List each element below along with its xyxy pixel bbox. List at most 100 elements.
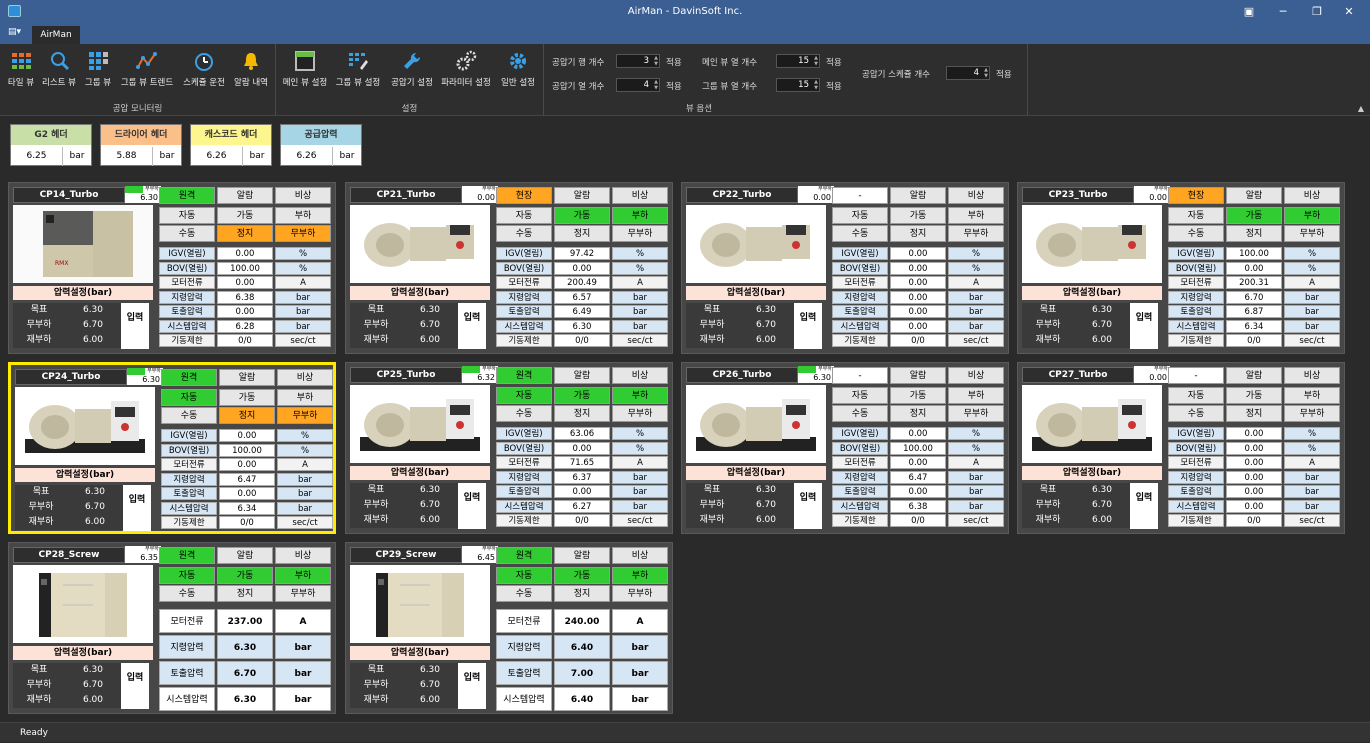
pressure-input-button[interactable]: 입력 [121, 663, 149, 709]
pressure-input-button[interactable]: 입력 [794, 303, 822, 349]
spin-arrows-icon[interactable]: ▲ ▼ [814, 79, 818, 91]
run-button[interactable]: 가동 [219, 389, 275, 406]
compressor-card[interactable]: CP29_Screw 무부하 6.45 압력설정(bar) 목표 6.30 무부하… [345, 542, 673, 714]
run-button[interactable]: 가동 [217, 207, 273, 224]
manual-button[interactable]: 수동 [496, 225, 552, 242]
emergency-cell[interactable]: 비상 [948, 367, 1004, 384]
maximize-button[interactable]: ❐ [1306, 3, 1328, 21]
compressor-name[interactable]: CP22_Turbo [686, 187, 798, 203]
general-settings-button[interactable]: 일반 설정 [496, 48, 540, 88]
compressor-card[interactable]: CP28_Screw 무부하 6.35 압력설정(bar) 목표 6.30 무부하… [8, 542, 336, 714]
compressor-name[interactable]: CP14_Turbo [13, 187, 125, 203]
manual-button[interactable]: 수동 [832, 225, 888, 242]
unload-button[interactable]: 무부하 [1284, 405, 1340, 422]
pressure-input-button[interactable]: 입력 [458, 663, 486, 709]
compressor-name[interactable]: CP25_Turbo [350, 367, 462, 383]
unload-button[interactable]: 무부하 [948, 405, 1004, 422]
load-button[interactable]: 부하 [948, 387, 1004, 404]
load-button[interactable]: 부하 [612, 207, 668, 224]
compressor-card[interactable]: CP21_Turbo 무부하 0.00 압력설정(bar) 목표 6.30 무부하… [345, 182, 673, 354]
control-mode-cell[interactable]: - [832, 187, 888, 204]
row-count-spinner[interactable]: 3 ▲ ▼ [616, 54, 660, 68]
auto-button[interactable]: 자동 [496, 207, 552, 224]
quick-access-menu-icon[interactable]: ▤▾ [8, 27, 26, 41]
spin-arrows-icon[interactable]: ▲ ▼ [654, 55, 658, 67]
schedule-count-spinner[interactable]: 4 ▲ ▼ [946, 66, 990, 80]
tab-airman[interactable]: AirMan [32, 26, 80, 44]
emergency-cell[interactable]: 비상 [275, 547, 331, 564]
emergency-cell[interactable]: 비상 [948, 187, 1004, 204]
compressor-name[interactable]: CP29_Screw [350, 547, 462, 563]
compressor-card[interactable]: CP23_Turbo 무부하 0.00 압력설정(bar) 목표 6.30 무부하… [1017, 182, 1345, 354]
auto-button[interactable]: 자동 [832, 207, 888, 224]
main-cols-apply-button[interactable]: 적용 [826, 56, 842, 68]
unload-button[interactable]: 무부하 [612, 405, 668, 422]
run-button[interactable]: 가동 [1226, 387, 1282, 404]
alarm-cell[interactable]: 알람 [554, 187, 610, 204]
compressor-card[interactable]: CP26_Turbo 무부하 6.30 압력설정(bar) 목표 6.30 무부하… [681, 362, 1009, 534]
control-mode-cell[interactable]: 현장 [1168, 187, 1224, 204]
compressor-name[interactable]: CP21_Turbo [350, 187, 462, 203]
load-button[interactable]: 부하 [275, 567, 331, 584]
emergency-cell[interactable]: 비상 [1284, 367, 1340, 384]
run-button[interactable]: 가동 [890, 387, 946, 404]
alarm-cell[interactable]: 알람 [554, 367, 610, 384]
run-button[interactable]: 가동 [1226, 207, 1282, 224]
alarm-cell[interactable]: 알람 [890, 187, 946, 204]
control-mode-cell[interactable]: - [832, 367, 888, 384]
compressor-card[interactable]: CP24_Turbo 무부하 6.30 압력설정(bar) 목표 6.30 무부하… [8, 362, 336, 534]
unload-button[interactable]: 무부하 [948, 225, 1004, 242]
unload-button[interactable]: 무부하 [612, 225, 668, 242]
emergency-cell[interactable]: 비상 [612, 187, 668, 204]
manual-button[interactable]: 수동 [159, 225, 215, 242]
main-cols-spinner[interactable]: 15 ▲ ▼ [776, 54, 820, 68]
manual-button[interactable]: 수동 [1168, 405, 1224, 422]
compressor-card[interactable]: CP14_Turbo 무부하 6.30 RMX 압력설정(bar) 목표 6.30… [8, 182, 336, 354]
auto-button[interactable]: 자동 [159, 567, 215, 584]
manual-button[interactable]: 수동 [159, 585, 215, 602]
auto-button[interactable]: 자동 [1168, 387, 1224, 404]
manual-button[interactable]: 수동 [496, 585, 552, 602]
alarm-cell[interactable]: 알람 [219, 369, 275, 386]
control-mode-cell[interactable]: 원격 [496, 547, 552, 564]
auto-button[interactable]: 자동 [496, 567, 552, 584]
spin-arrows-icon[interactable]: ▲ ▼ [984, 67, 988, 79]
spin-arrows-icon[interactable]: ▲ ▼ [654, 79, 658, 91]
load-button[interactable]: 부하 [275, 207, 331, 224]
alarm-history-button[interactable]: 알람 내역 [230, 48, 272, 88]
stop-button[interactable]: 정지 [890, 225, 946, 242]
compressor-name[interactable]: CP23_Turbo [1022, 187, 1134, 203]
alarm-cell[interactable]: 알람 [554, 547, 610, 564]
stop-button[interactable]: 정지 [554, 225, 610, 242]
minimize-button[interactable]: ─ [1272, 3, 1294, 21]
row-count-apply-button[interactable]: 적용 [666, 56, 682, 68]
restore-layout-icon[interactable]: ▣ [1238, 3, 1260, 21]
stop-button[interactable]: 정지 [554, 405, 610, 422]
stop-button[interactable]: 정지 [890, 405, 946, 422]
load-button[interactable]: 부하 [277, 389, 333, 406]
manual-button[interactable]: 수동 [1168, 225, 1224, 242]
run-button[interactable]: 가동 [217, 567, 273, 584]
pressure-input-button[interactable]: 입력 [121, 303, 149, 349]
compressor-name[interactable]: CP26_Turbo [686, 367, 798, 383]
tile-view-button[interactable]: 타일 뷰 [4, 48, 38, 88]
control-mode-cell[interactable]: 원격 [496, 367, 552, 384]
group-trend-button[interactable]: 그룹 뷰 트렌드 [118, 48, 176, 88]
group-view-button[interactable]: 그룹 뷰 [80, 48, 116, 88]
unload-button[interactable]: 무부하 [1284, 225, 1340, 242]
auto-button[interactable]: 자동 [161, 389, 217, 406]
stop-button[interactable]: 정지 [219, 407, 275, 424]
pressure-input-button[interactable]: 입력 [458, 483, 486, 529]
compressor-card[interactable]: CP22_Turbo 무부하 0.00 압력설정(bar) 목표 6.30 무부하… [681, 182, 1009, 354]
compressor-name[interactable]: CP28_Screw [13, 547, 125, 563]
run-button[interactable]: 가동 [554, 207, 610, 224]
load-button[interactable]: 부하 [612, 387, 668, 404]
emergency-cell[interactable]: 비상 [277, 369, 333, 386]
col-count-spinner[interactable]: 4 ▲ ▼ [616, 78, 660, 92]
compressor-card[interactable]: CP25_Turbo 무부하 6.32 압력설정(bar) 목표 6.30 무부하… [345, 362, 673, 534]
load-button[interactable]: 부하 [612, 567, 668, 584]
unload-button[interactable]: 무부하 [277, 407, 333, 424]
spin-arrows-icon[interactable]: ▲ ▼ [814, 55, 818, 67]
control-mode-cell[interactable]: 원격 [159, 547, 215, 564]
alarm-cell[interactable]: 알람 [890, 367, 946, 384]
